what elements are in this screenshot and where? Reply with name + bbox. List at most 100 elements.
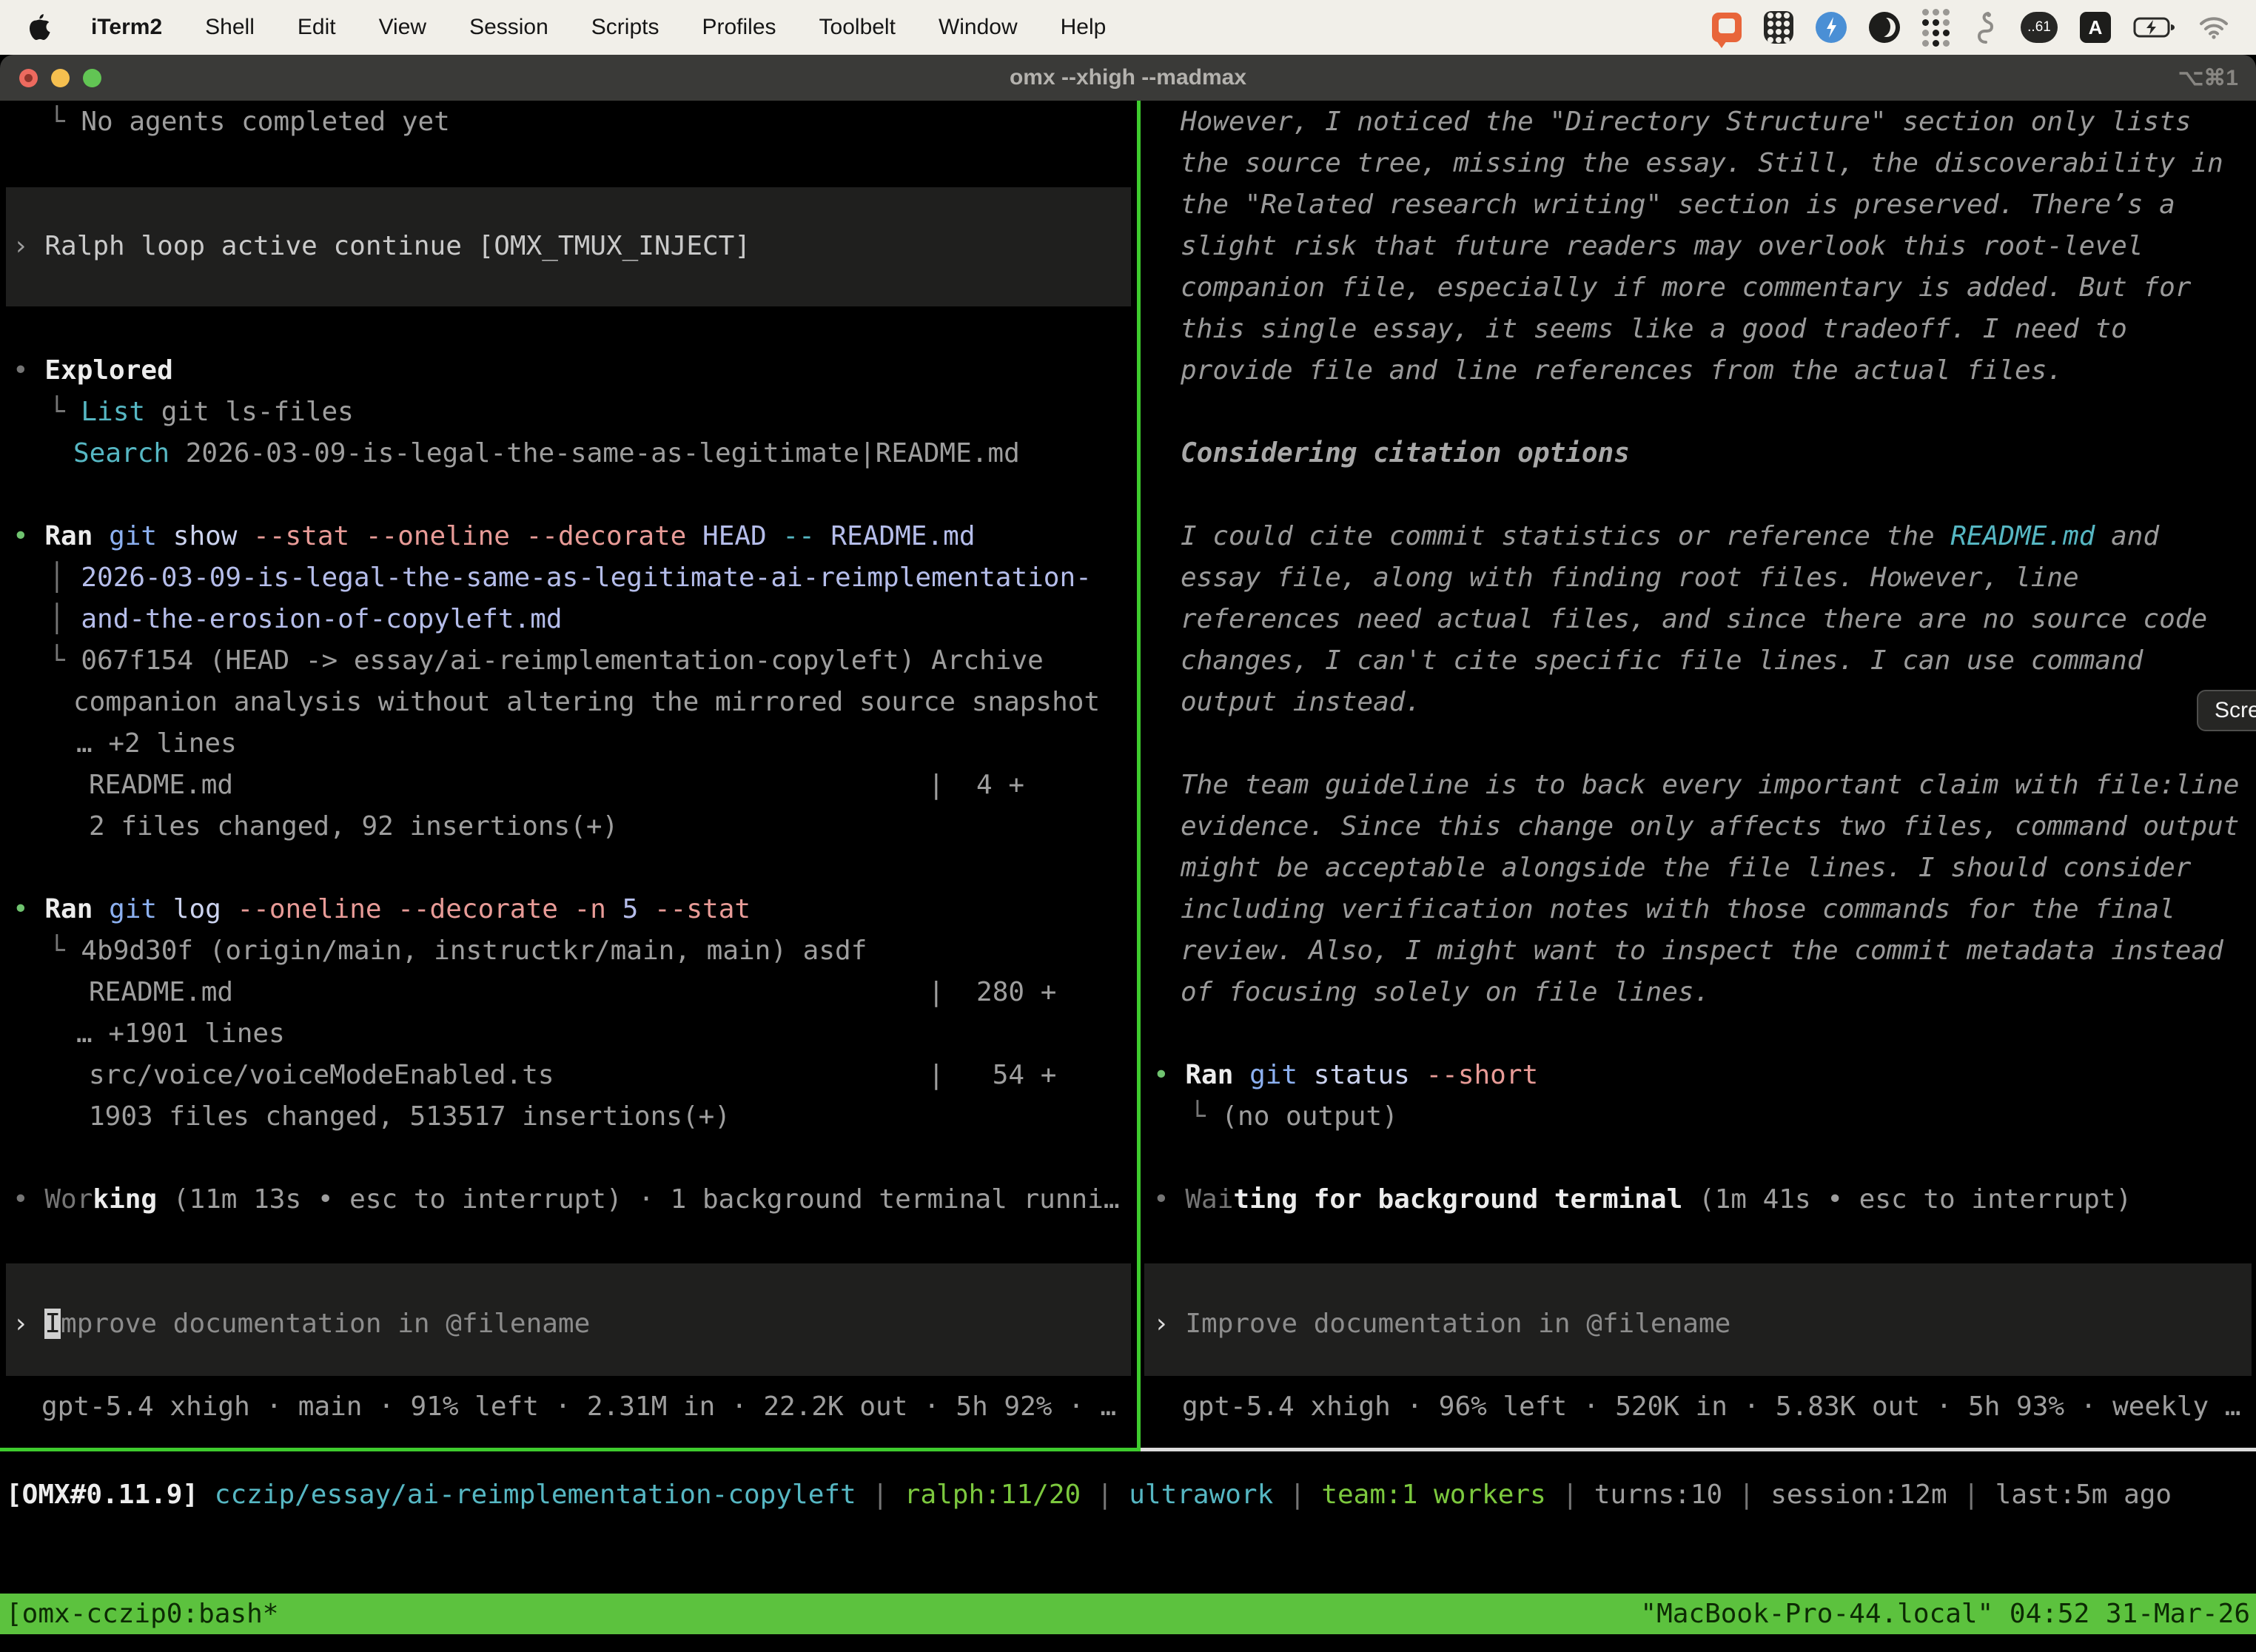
text-segment: • [13, 521, 44, 551]
text-segment: Wai [1185, 1184, 1233, 1215]
menu-bar-left: iTerm2ShellEditViewSessionScriptsProfile… [0, 0, 1127, 55]
menu-item-toolbelt[interactable]: Toolbelt [798, 0, 917, 55]
menu-item-view[interactable]: View [357, 0, 448, 55]
menu-item-edit[interactable]: Edit [276, 0, 357, 55]
text-segment: --short [1410, 1060, 1538, 1090]
chat-badge-icon[interactable] [1712, 10, 1742, 45]
text-segment: 5 [606, 894, 638, 924]
tmux-host-clock-label: "MacBook-Pro-44.local" 04:52 31-Mar-26 [1640, 1599, 2250, 1629]
text-segment: Ran [44, 521, 93, 551]
text-segment: (no output) [1221, 1101, 1397, 1132]
text-segment: │ [49, 604, 81, 634]
text-segment: README.md [89, 977, 233, 1007]
text-segment: │ [49, 563, 81, 593]
text-segment: Ralph loop active continue [OMX_TMUX_INJ… [44, 231, 751, 261]
text-segment: slight risk that future readers may over… [1181, 231, 2143, 261]
text-segment: review. Also, I might want to inspect th… [1181, 936, 2223, 966]
keypad-shield-icon[interactable] [1764, 10, 1793, 45]
percent-badge-icon[interactable]: ..61 [2021, 10, 2058, 45]
battery-icon[interactable] [2133, 10, 2176, 45]
text-segment: companion file, especially if more comme… [1181, 272, 2191, 303]
text-segment: (1m 41s • esc to interrupt) [1682, 1184, 2132, 1215]
text-segment: | 54 + [928, 1055, 1056, 1096]
text-segment: … +1901 lines [76, 1018, 285, 1049]
pane-border-bottom-right [1141, 1448, 2256, 1451]
text-segment: └ [49, 645, 81, 676]
terminal-line: The team guideline is to back every impo… [1153, 765, 2256, 806]
text-segment: • [13, 1184, 44, 1215]
terminal-line: › Improve documentation in @filename [1153, 1303, 2256, 1345]
terminal-line: … +2 lines [13, 723, 1137, 765]
tmux-pane-right[interactable]: However, I noticed the "Directory Struct… [1144, 101, 2256, 1449]
dragon-icon[interactable] [1972, 10, 1998, 45]
text-segment: Ran [1185, 1060, 1233, 1090]
menu-item-help[interactable]: Help [1039, 0, 1128, 55]
dots-grid-icon[interactable] [1922, 10, 1950, 45]
terminal-line: └ No agents completed yet [13, 101, 1137, 143]
terminal-line: • Waiting for background terminal (1m 41… [1153, 1179, 2256, 1220]
terminal-line: Considering citation options [1153, 433, 2256, 474]
percent-badge-label: ..61 [2021, 12, 2058, 43]
text-segment: [OMX#0.11.9] [6, 1480, 198, 1510]
status-tray: ..61 A [1712, 0, 2256, 55]
pane-border-bottom-left [0, 1448, 1141, 1451]
wifi-icon[interactable] [2198, 10, 2229, 45]
sync-badge-icon[interactable] [1816, 10, 1847, 45]
text-segment: companion analysis without altering the … [73, 687, 1100, 717]
text-segment: └ [49, 936, 81, 966]
omx-status-line: [OMX#0.11.9] cczip/essay/ai-reimplementa… [6, 1474, 2172, 1516]
menu-item-profiles[interactable]: Profiles [680, 0, 797, 55]
text-segment: src/voice/voiceModeEnabled.ts [89, 1060, 554, 1090]
terminal-line: └ 067f154 (HEAD -> essay/ai-reimplementa… [13, 640, 1137, 682]
pane-divider[interactable] [1137, 101, 1141, 1449]
apple-menu-icon[interactable] [25, 11, 55, 44]
screen-share-overlay-label: Scre [2215, 698, 2256, 723]
terminal-line: gpt-5.4 xhigh · 96% left · 520K in · 5.8… [1153, 1386, 2256, 1428]
text-segment: ultrawork [1129, 1480, 1273, 1510]
text-segment: ting for background terminal [1233, 1184, 1682, 1215]
input-source-icon[interactable]: A [2080, 10, 2111, 45]
tmux-pane-left[interactable]: └ No agents completed yet › Ralph loop ac… [0, 101, 1137, 1449]
text-segment: › [13, 231, 44, 261]
text-segment: gpt-5.4 xhigh · main · 91% left · 2.31M … [41, 1391, 1116, 1422]
text-segment: Considering citation options [1181, 438, 1630, 469]
text-segment: log [157, 894, 221, 924]
text-segment: git [1233, 1060, 1297, 1090]
text-segment: might be acceptable alongside the file l… [1181, 853, 2191, 883]
text-segment: HEAD [686, 521, 766, 551]
terminal-line: • Ran git show --stat --oneline --decora… [13, 516, 1137, 557]
text-segment: of focusing solely on file lines. [1181, 977, 1710, 1007]
text-segment: | [1546, 1480, 1594, 1510]
terminal-line: └ (no output) [1153, 1096, 2256, 1138]
moon-circle-icon[interactable] [1869, 10, 1900, 45]
text-segment: I [44, 1309, 61, 1339]
text-segment: references need actual files, and since … [1181, 604, 2207, 634]
text-segment: team:1 workers [1321, 1480, 1545, 1510]
terminal-line: Search 2026-03-09-is-legal-the-same-as-l… [13, 433, 1137, 474]
text-segment: Wor [44, 1184, 93, 1215]
text-segment: the source tree, missing the essay. Stil… [1181, 148, 2223, 178]
screen-share-overlay[interactable]: Scre [2197, 690, 2256, 731]
terminal-line: │ and-the-erosion-of-copyleft.md [13, 599, 1137, 640]
menu-item-iterm2[interactable]: iTerm2 [70, 0, 184, 55]
terminal-line: • Explored [13, 350, 1137, 392]
text-segment: └ [1189, 1101, 1221, 1132]
text-segment: … +2 lines [76, 728, 237, 759]
text-segment: provide file and line references from th… [1181, 355, 2063, 386]
terminal-line: provide file and line references from th… [1153, 350, 2256, 392]
menu-item-window[interactable]: Window [917, 0, 1039, 55]
menu-item-scripts[interactable]: Scripts [570, 0, 681, 55]
text-segment: I could cite commit statistics or refere… [1181, 521, 1950, 551]
text-segment: turns:10 [1594, 1480, 1722, 1510]
text-segment: the "Related research writing" section i… [1181, 189, 2175, 220]
menu-item-shell[interactable]: Shell [184, 0, 276, 55]
text-segment: show [157, 521, 237, 551]
terminal-line: • Working (11m 13s • esc to interrupt) ·… [13, 1179, 1137, 1220]
text-segment: --oneline --decorate -n [221, 894, 606, 924]
text-segment: └ [49, 397, 81, 427]
terminal-line: README.md| 4 + [13, 765, 1137, 806]
text-segment: changes, I can't cite specific file line… [1181, 645, 2143, 676]
text-segment: • [13, 894, 44, 924]
menu-item-session[interactable]: Session [448, 0, 570, 55]
text-segment: 4b9d30f (origin/main, instructkr/main, m… [81, 936, 867, 966]
